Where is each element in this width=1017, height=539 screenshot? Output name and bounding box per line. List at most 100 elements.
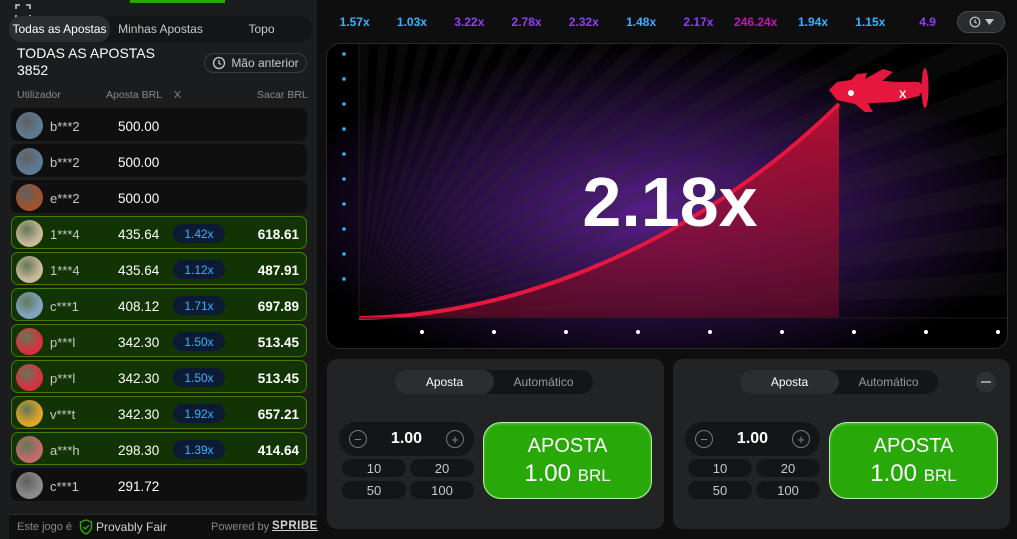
increase-button[interactable]: + [792,430,810,448]
history-multiplier[interactable]: 2.17x [670,15,727,29]
bet-row: p***l 342.30 1.50x 513.45 [11,324,307,357]
bet-panel-2: Aposta Automático − 1.00 + 10 20 50 100 … [673,359,1010,529]
bet-row: 1***4 435.64 1.42x 618.61 [11,216,307,249]
chevron-down-icon [984,19,994,25]
bet-row: b***2 500.00 [11,108,307,141]
bet-amount: 408.12 [118,299,160,314]
avatar [16,148,43,175]
footer-this-game: Este jogo é [17,521,73,533]
bet-user: p***l [50,335,76,350]
avatar [16,364,43,391]
aviator-game-screen: Todas as Apostas Minhas Apostas Topo TOD… [0,0,1017,539]
bet-panel-1: Aposta Automático − 1.00 + 10 20 50 100 … [327,359,664,529]
quick-amount-10[interactable]: 10 [342,459,406,477]
col-bet: Aposta BRL [106,89,163,101]
shield-check-icon [79,519,93,535]
bet-button-amount: 1.00 [870,460,917,487]
quick-amount-50[interactable]: 50 [688,481,752,499]
bet-row: c***1 291.72 [11,468,307,501]
avatar [16,328,43,355]
quick-amount-50[interactable]: 50 [342,481,406,499]
quick-amount-100[interactable]: 100 [410,481,474,499]
place-bet-button[interactable]: APOSTA 1.00 BRL [829,422,998,499]
bet-amount: 342.30 [118,371,160,386]
bet-amount: 435.64 [118,227,160,242]
avatar [16,400,43,427]
cashout-amount: 657.21 [257,407,299,422]
bet-button-amount: 1.00 [524,460,571,487]
cashout-amount: 487.91 [257,263,299,278]
cashout-amount: 697.89 [257,299,299,314]
tab-auto[interactable]: Automático [494,370,593,394]
bet-row: v***t 342.30 1.92x 657.21 [11,396,307,429]
bet-user: b***2 [50,119,80,134]
powered-by: Powered by [211,521,270,533]
bet-row: p***l 342.30 1.50x 513.45 [11,360,307,393]
avatar [16,220,43,247]
multiplier-history: 1.57x 1.03x 3.22x 2.78x 2.32x 1.48x 2.17x 246.2… [326,10,1006,34]
quick-amount-100[interactable]: 100 [756,481,820,499]
quick-amount-20[interactable]: 20 [410,459,474,477]
cashout-amount: 513.45 [257,371,299,386]
avatar [16,436,43,463]
cashout-multiplier: 1.39x [173,440,225,459]
cashout-multiplier: 1.50x [173,332,225,351]
quick-amount-20[interactable]: 20 [756,459,820,477]
history-multiplier[interactable]: 1.57x [326,15,383,29]
provably-fair-link[interactable]: Provably Fair [96,520,167,534]
tab-auto[interactable]: Automático [839,370,938,394]
avatar [16,256,43,283]
history-multiplier[interactable]: 1.03x [383,15,440,29]
history-dropdown-button[interactable] [957,11,1005,33]
tab-all-bets[interactable]: Todas as Apostas [9,16,110,42]
avatar [16,112,43,139]
tab-top[interactable]: Topo [211,16,312,42]
history-multiplier[interactable]: 3.22x [441,15,498,29]
bet-mode-tabs: Aposta Automático [740,370,938,394]
increase-button[interactable]: + [446,430,464,448]
bet-user: v***t [50,407,76,422]
tab-bet[interactable]: Aposta [395,370,494,394]
history-multiplier[interactable]: 1.48x [612,15,669,29]
game-canvas: X 2.18x [326,43,1008,349]
place-bet-button[interactable]: APOSTA 1.00 BRL [483,422,652,499]
bets-list: b***2 500.00 b***2 500.00 e***2 500.00 1***4 43… [11,108,307,504]
remove-panel-button[interactable] [976,372,996,392]
spribe-logo[interactable]: SPRIBE [272,520,318,532]
cashout-amount: 414.64 [257,443,299,458]
bet-user: 1***4 [50,263,80,278]
quick-amount-10[interactable]: 10 [688,459,752,477]
cashout-multiplier: 1.12x [173,260,225,279]
cashout-multiplier: 1.42x [173,224,225,243]
footer: Este jogo é Provably Fair Powered by SPR… [9,514,317,539]
bet-amount: 500.00 [118,119,160,134]
avatar [16,472,43,499]
history-multiplier[interactable]: 246.24x [727,15,784,29]
history-multiplier[interactable]: 4.9 [899,15,956,29]
tab-my-bets[interactable]: Minhas Apostas [110,16,211,42]
cashout-amount: 513.45 [257,335,299,350]
history-multiplier[interactable]: 1.94x [784,15,841,29]
bet-user: b***2 [50,155,80,170]
history-multiplier[interactable]: 1.15x [842,15,899,29]
bet-amount: 342.30 [118,407,160,422]
bet-button-label: APOSTA [527,435,608,457]
bet-user: c***1 [50,299,79,314]
all-bets-count: 3852 [17,62,49,78]
bet-row: e***2 500.00 [11,180,307,213]
history-multiplier[interactable]: 2.78x [498,15,555,29]
col-user: Utilizador [17,89,61,101]
bet-button-currency: BRL [923,466,957,485]
bets-panel: Todas as Apostas Minhas Apostas Topo TOD… [0,0,317,539]
avatar [16,184,43,211]
bet-user: c***1 [50,479,79,494]
history-multiplier[interactable]: 2.32x [555,15,612,29]
previous-round-button[interactable]: Mão anterior [204,53,307,73]
tab-bet[interactable]: Aposta [740,370,839,394]
current-multiplier: 2.18x [582,163,758,241]
col-x: X [174,89,182,101]
bet-mode-tabs: Aposta Automático [395,370,593,394]
bet-row: c***1 408.12 1.71x 697.89 [11,288,307,321]
bet-amount-stepper: − 1.00 + [339,422,474,456]
bet-amount: 500.00 [118,155,160,170]
